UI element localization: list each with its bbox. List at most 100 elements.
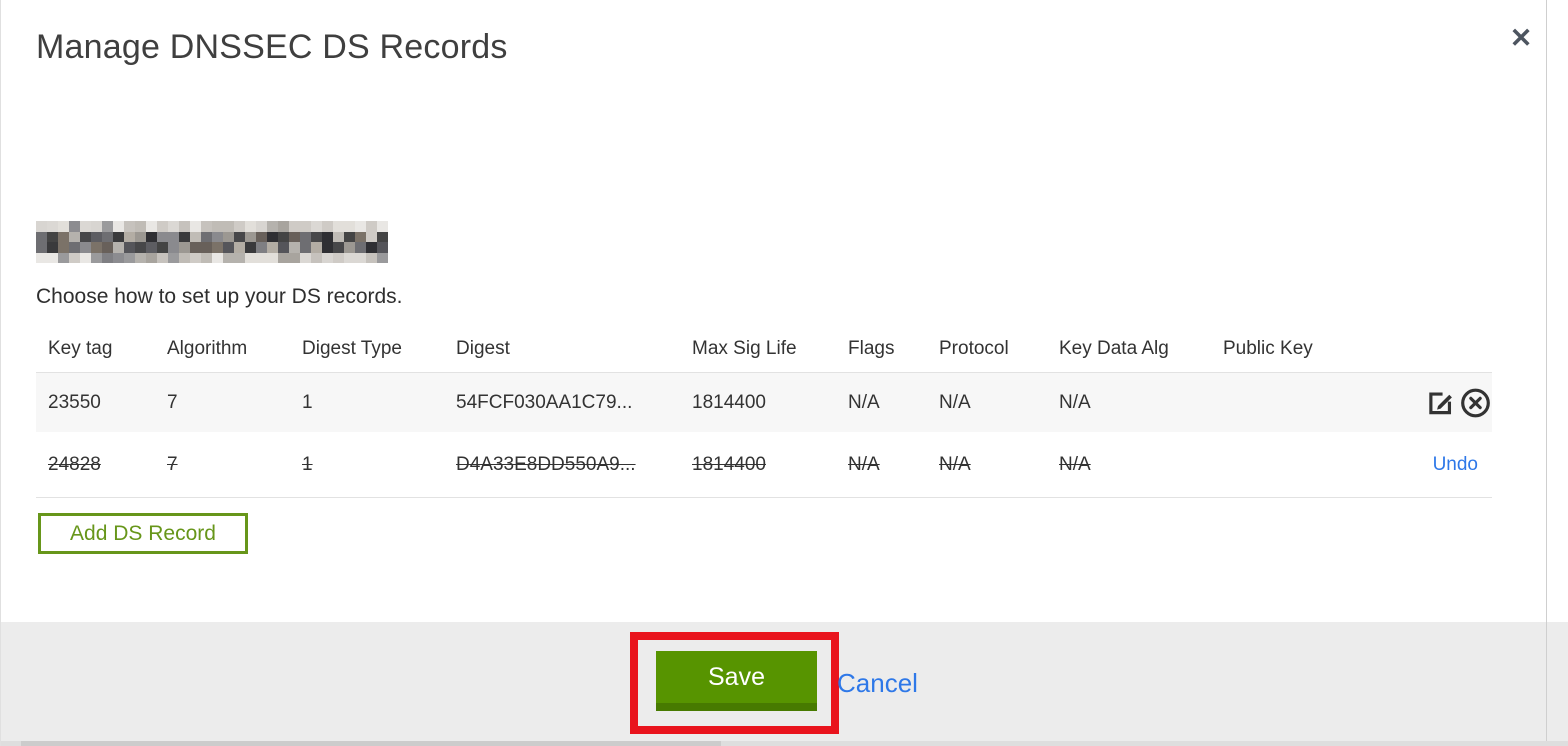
redacted-pixel (91, 242, 102, 253)
redacted-pixel (212, 252, 223, 263)
close-icon[interactable]: ✕ (1501, 18, 1541, 58)
redacted-pixel (113, 242, 124, 253)
redacted-pixel (179, 221, 190, 232)
redacted-pixel (366, 231, 377, 242)
redacted-pixel (234, 242, 245, 253)
redacted-pixel (355, 252, 366, 263)
redacted-pixel (168, 231, 179, 242)
redacted-pixel (333, 242, 344, 253)
redacted-pixel (201, 252, 212, 263)
redacted-pixel (256, 242, 267, 253)
redacted-pixel (179, 252, 190, 263)
redacted-pixel (234, 231, 245, 242)
redacted-pixel (333, 221, 344, 232)
delete-icon[interactable] (1459, 386, 1492, 419)
redacted-pixel (366, 242, 377, 253)
redacted-pixel (124, 231, 135, 242)
redacted-pixel (157, 221, 168, 232)
cell-algorithm: 7 (167, 391, 178, 413)
redacted-pixel (377, 221, 388, 232)
redacted-pixel (278, 252, 289, 263)
redacted-pixel (201, 242, 212, 253)
page-behind-sliver-dark (21, 741, 721, 746)
redacted-pixel (102, 252, 113, 263)
redacted-pixel (212, 231, 223, 242)
redacted-pixel (377, 231, 388, 242)
redacted-pixel (190, 231, 201, 242)
redacted-pixel (223, 252, 234, 263)
header-max-sig-life: Max Sig Life (692, 338, 797, 359)
redacted-pixel (168, 221, 179, 232)
redacted-pixel (366, 252, 377, 263)
redacted-pixel (135, 242, 146, 253)
redacted-pixel (267, 252, 278, 263)
redacted-pixel (344, 231, 355, 242)
cell-digest: 54FCF030AA1C79... (456, 391, 633, 413)
header-flags: Flags (848, 338, 895, 359)
row-actions (1424, 386, 1492, 419)
redacted-pixel (245, 252, 256, 263)
redacted-pixel (113, 252, 124, 263)
redacted-pixel (36, 252, 47, 263)
redacted-pixel (322, 231, 333, 242)
redacted-pixel (344, 252, 355, 263)
redacted-pixel (58, 242, 69, 253)
cancel-link[interactable]: Cancel (837, 668, 918, 699)
redacted-pixel (102, 242, 113, 253)
redacted-pixel (333, 252, 344, 263)
redacted-pixel (58, 221, 69, 232)
redacted-pixel (333, 231, 344, 242)
redacted-pixel (256, 252, 267, 263)
redacted-pixel (69, 242, 80, 253)
redacted-pixel (311, 221, 322, 232)
redacted-pixel (91, 221, 102, 232)
redacted-pixel (300, 252, 311, 263)
redacted-pixel (344, 221, 355, 232)
redacted-pixel (245, 221, 256, 232)
redacted-pixel (113, 221, 124, 232)
instruction-text: Choose how to set up your DS records. (36, 285, 403, 308)
redacted-pixel (256, 221, 267, 232)
redacted-pixel (366, 221, 377, 232)
cell-protocol: N/A (939, 391, 971, 413)
redacted-pixel (234, 221, 245, 232)
redacted-pixel (146, 221, 157, 232)
redacted-pixel (47, 242, 58, 253)
redacted-pixel (102, 221, 113, 232)
redacted-pixel (245, 231, 256, 242)
redacted-pixel (190, 252, 201, 263)
undo-link[interactable]: Undo (1433, 454, 1478, 476)
redacted-pixel (124, 252, 135, 263)
redacted-pixel (36, 221, 47, 232)
redacted-pixel (124, 242, 135, 253)
cell-flags: N/A (848, 453, 880, 475)
redacted-pixel (322, 242, 333, 253)
redacted-pixel (234, 252, 245, 263)
cell-key-data-alg: N/A (1059, 453, 1091, 475)
cell-key-tag: 24828 (48, 453, 101, 475)
redacted-pixel (278, 221, 289, 232)
redacted-pixel (47, 231, 58, 242)
save-button[interactable]: Save (656, 651, 817, 711)
redacted-pixel (278, 231, 289, 242)
redacted-pixel (47, 221, 58, 232)
redacted-pixel (69, 231, 80, 242)
table-row-deleted: 24828 7 1 D4A33E8DD550A9... 1814400 N/A … (36, 432, 1492, 498)
redacted-pixel (179, 242, 190, 253)
edit-icon[interactable] (1424, 386, 1457, 419)
redacted-pixel (168, 252, 179, 263)
redacted-pixel (102, 231, 113, 242)
add-ds-record-button[interactable]: Add DS Record (38, 513, 248, 554)
redacted-pixel (179, 231, 190, 242)
redacted-pixel (355, 231, 366, 242)
redacted-pixel (267, 242, 278, 253)
redacted-pixel (377, 252, 388, 263)
redacted-pixel (80, 242, 91, 253)
cell-max-sig-life: 1814400 (692, 391, 766, 413)
cell-key-data-alg: N/A (1059, 391, 1091, 413)
redacted-pixel (135, 252, 146, 263)
redacted-pixel (80, 231, 91, 242)
redacted-pixel (36, 231, 47, 242)
header-algorithm: Algorithm (167, 338, 248, 359)
redacted-pixel (146, 231, 157, 242)
